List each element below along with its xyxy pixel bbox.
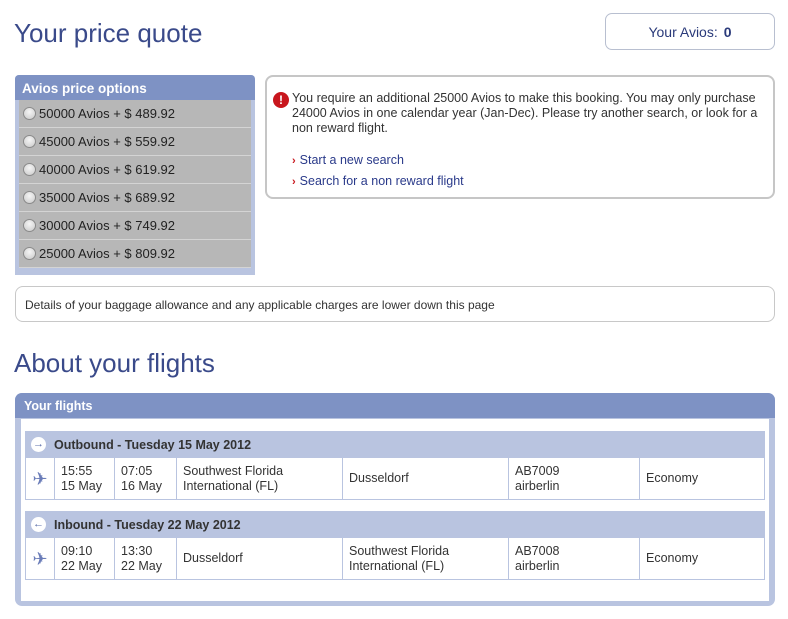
flights-panel-title: Your flights	[15, 393, 775, 418]
flight-number: AB7008	[515, 543, 560, 558]
exclamation-icon: !	[273, 92, 289, 108]
leg-heading: → Outbound - Tuesday 15 May 2012	[25, 431, 765, 458]
outbound-leg: → Outbound - Tuesday 15 May 2012 ✈ 15:55…	[25, 431, 765, 500]
price-option-label: 40000 Avios + $ 619.92	[39, 162, 176, 177]
origin-cell: Southwest Florida International (FL)	[177, 458, 343, 499]
alert-links: › Start a new search › Search for a non re…	[292, 150, 763, 192]
arrow-left-icon: ←	[31, 517, 46, 532]
price-options-panel: Avios price options 50000 Avios + $ 489.…	[15, 75, 255, 275]
alert-message: You require an additional 25000 Avios to…	[292, 91, 758, 135]
chevron-right-icon: ›	[292, 176, 296, 188]
flight-number-cell: AB7009 airberlin	[509, 458, 640, 499]
price-option[interactable]: 40000 Avios + $ 619.92	[19, 156, 251, 184]
flights-panel: Your flights → Outbound - Tuesday 15 May…	[15, 393, 775, 606]
radio-button[interactable]	[23, 219, 36, 232]
flight-icon-cell: ✈	[26, 538, 55, 579]
flight-number: AB7009	[515, 463, 560, 478]
flight-number-cell: AB7008 airberlin	[509, 538, 640, 579]
cabin-class: Economy	[646, 551, 699, 565]
arrival-cell: 13:30 22 May	[115, 538, 177, 579]
link-label: Search for a non reward flight	[299, 174, 464, 188]
avios-balance-label: Your Avios:	[648, 23, 718, 40]
plane-icon: ✈	[32, 548, 48, 569]
leg-heading: ← Inbound - Tuesday 22 May 2012	[25, 511, 765, 538]
arrival-time: 13:30	[121, 543, 153, 558]
price-option[interactable]: 30000 Avios + $ 749.92	[19, 212, 251, 240]
origin-line1: Southwest Florida	[183, 463, 284, 478]
departure-date: 22 May	[61, 558, 102, 573]
avios-balance-value: 0	[723, 23, 732, 40]
cabin-cell: Economy	[640, 538, 764, 579]
alert-box: ! You require an additional 25000 Avios …	[265, 75, 775, 199]
radio-button[interactable]	[23, 191, 36, 204]
flight-row: ✈ 15:55 15 May 07:05 16 May Southwest Fl…	[25, 458, 765, 500]
price-options-title: Avios price options	[15, 75, 255, 100]
cabin-cell: Economy	[640, 458, 764, 499]
destination-line2: International (FL)	[349, 558, 445, 573]
arrow-right-icon: →	[31, 437, 46, 452]
departure-cell: 09:10 22 May	[55, 538, 115, 579]
price-option-label: 30000 Avios + $ 749.92	[39, 218, 176, 233]
leg-heading-text: Outbound - Tuesday 15 May 2012	[54, 437, 252, 452]
airline-name: airberlin	[515, 478, 560, 493]
chevron-right-icon: ›	[292, 155, 296, 167]
flights-body: → Outbound - Tuesday 15 May 2012 ✈ 15:55…	[21, 419, 769, 601]
destination-line1: Southwest Florida	[349, 543, 450, 558]
destination-cell: Dusseldorf	[343, 458, 509, 499]
airline-name: airberlin	[515, 558, 560, 573]
price-option[interactable]: 25000 Avios + $ 809.92	[19, 240, 251, 268]
price-option-label: 25000 Avios + $ 809.92	[39, 246, 176, 261]
price-option-label: 35000 Avios + $ 689.92	[39, 190, 176, 205]
price-option[interactable]: 35000 Avios + $ 689.92	[19, 184, 251, 212]
leg-heading-text: Inbound - Tuesday 22 May 2012	[54, 517, 241, 532]
departure-time: 15:55	[61, 463, 93, 478]
cabin-class: Economy	[646, 471, 699, 485]
avios-balance-box: Your Avios: 0	[605, 13, 775, 50]
destination-line1: Dusseldorf	[349, 471, 409, 485]
arrival-date: 16 May	[121, 478, 162, 493]
departure-cell: 15:55 15 May	[55, 458, 115, 499]
arrival-time: 07:05	[121, 463, 153, 478]
radio-button[interactable]	[23, 135, 36, 148]
radio-button[interactable]	[23, 247, 36, 260]
price-option[interactable]: 45000 Avios + $ 559.92	[19, 128, 251, 156]
departure-time: 09:10	[61, 543, 93, 558]
origin-cell: Dusseldorf	[177, 538, 343, 579]
flight-row: ✈ 09:10 22 May 13:30 22 May Dusseldorf S…	[25, 538, 765, 580]
link-label: Start a new search	[299, 153, 404, 167]
flight-icon-cell: ✈	[26, 458, 55, 499]
origin-line1: Dusseldorf	[183, 551, 243, 565]
page-title: Your price quote	[14, 18, 203, 48]
arrival-cell: 07:05 16 May	[115, 458, 177, 499]
origin-line2: International (FL)	[183, 478, 279, 493]
price-option-label: 45000 Avios + $ 559.92	[39, 134, 176, 149]
price-option-label: 50000 Avios + $ 489.92	[39, 106, 176, 121]
plane-icon: ✈	[32, 468, 48, 489]
radio-button[interactable]	[23, 163, 36, 176]
arrival-date: 22 May	[121, 558, 162, 573]
radio-button[interactable]	[23, 107, 36, 120]
non-reward-flight-link[interactable]: › Search for a non reward flight	[292, 171, 763, 192]
price-option[interactable]: 50000 Avios + $ 489.92	[19, 100, 251, 128]
section-title: About your flights	[14, 348, 215, 378]
destination-cell: Southwest Florida International (FL)	[343, 538, 509, 579]
baggage-note: Details of your baggage allowance and an…	[15, 286, 775, 322]
departure-date: 15 May	[61, 478, 102, 493]
inbound-leg: ← Inbound - Tuesday 22 May 2012 ✈ 09:10 …	[25, 511, 765, 580]
start-new-search-link[interactable]: › Start a new search	[292, 150, 763, 171]
